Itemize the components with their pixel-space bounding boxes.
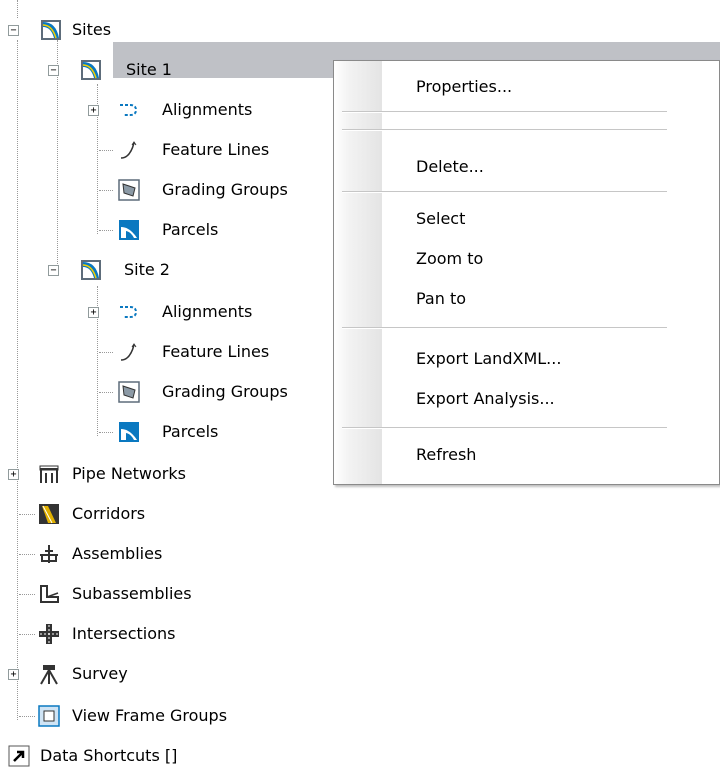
collapse-toggle[interactable]: − [8,25,19,36]
tree-label: Assemblies [72,544,163,563]
menu-separator [342,111,667,113]
site-icon [81,60,101,80]
intersection-icon [39,624,59,644]
expand-toggle[interactable]: + [88,307,99,318]
tree-node-assemblies[interactable]: Assemblies [0,534,330,574]
grading-group-icon [118,179,140,201]
tree-node-grading-groups[interactable]: Grading Groups [0,170,330,210]
tree-label: View Frame Groups [72,706,228,725]
menu-item-export-landxml[interactable]: Export LandXML... [416,339,561,379]
menu-item-delete[interactable]: Delete... [416,147,484,187]
data-shortcut-icon [8,745,30,767]
menu-item-select[interactable]: Select [416,199,465,239]
tree-label: Intersections [72,624,176,643]
menu-item-pan-to[interactable]: Pan to [416,279,466,319]
menu-item-properties[interactable]: Properties... [416,67,512,107]
tree-label: Alignments [162,100,253,119]
tree-node-feature-lines[interactable]: Feature Lines [0,332,330,372]
tree-label: Feature Lines [162,140,270,159]
parcel-icon [119,422,139,442]
tree-node-survey[interactable]: + Survey [0,654,330,694]
corridor-icon [39,504,59,524]
tree-node-pipe-networks[interactable]: + Pipe Networks [0,454,330,494]
tree-node-site-1[interactable]: − Site 1 [0,50,330,90]
tree-node-alignments[interactable]: + Alignments [0,90,330,130]
tree-label: Site 2 [124,260,170,279]
expand-toggle[interactable]: + [8,669,19,680]
menu-item-export-analysis[interactable]: Export Analysis... [416,379,555,419]
tree-label: Parcels [162,220,219,239]
tree-node-feature-lines[interactable]: Feature Lines [0,130,330,170]
tree-label: Data Shortcuts [] [40,746,178,765]
tree-node-site-2[interactable]: − Site 2 [0,250,330,290]
expand-toggle[interactable]: + [88,105,99,116]
tree-node-view-frame-groups[interactable]: View Frame Groups [0,696,330,736]
feature-line-icon [120,141,137,159]
menu-item-refresh[interactable]: Refresh [416,435,476,475]
parcel-icon [119,220,139,240]
tree-node-parcels[interactable]: Parcels [0,210,330,250]
tree-label: Subassemblies [72,584,192,603]
pipe-network-icon [39,465,59,483]
collapse-toggle[interactable]: − [48,65,59,76]
tree-label: Parcels [162,422,219,441]
tree-label: Site 1 [126,60,172,79]
view-frame-icon [38,705,60,727]
menu-separator [342,191,667,193]
tree-label: Sites [72,20,112,39]
menu-separator [342,327,667,329]
tree-node-intersections[interactable]: Intersections [0,614,330,654]
tree-label: Grading Groups [162,382,288,401]
subassembly-icon [40,585,59,603]
tree-node-alignments[interactable]: + Alignments [0,292,330,332]
tree-node-subassemblies[interactable]: Subassemblies [0,574,330,614]
site-icon [41,20,61,40]
collapse-toggle[interactable]: − [48,265,59,276]
tree-label: Alignments [162,302,253,321]
tree-label: Grading Groups [162,180,288,199]
alignment-icon [120,104,138,116]
tree-label: Survey [72,664,128,683]
tree-node-data-shortcuts[interactable]: Data Shortcuts [] [0,736,330,776]
survey-icon [40,665,58,685]
assembly-icon [40,545,58,563]
menu-separator [342,427,667,429]
alignment-icon [120,306,138,318]
tree-node-parcels[interactable]: Parcels [0,412,330,452]
site-icon [81,260,101,280]
menu-item-zoom-to[interactable]: Zoom to [416,239,483,279]
tree-label: Feature Lines [162,342,270,361]
tree-label: Pipe Networks [72,464,186,483]
context-menu: Properties... Delete... Select Zoom to P… [333,60,720,485]
tree-label: Corridors [72,504,146,523]
feature-line-icon [120,343,137,361]
tree-node-corridors[interactable]: Corridors [0,494,330,534]
tree-node-grading-groups[interactable]: Grading Groups [0,372,330,412]
menu-gutter [334,61,382,484]
expand-toggle[interactable]: + [8,469,19,480]
menu-separator [342,129,667,131]
grading-group-icon [118,381,140,403]
